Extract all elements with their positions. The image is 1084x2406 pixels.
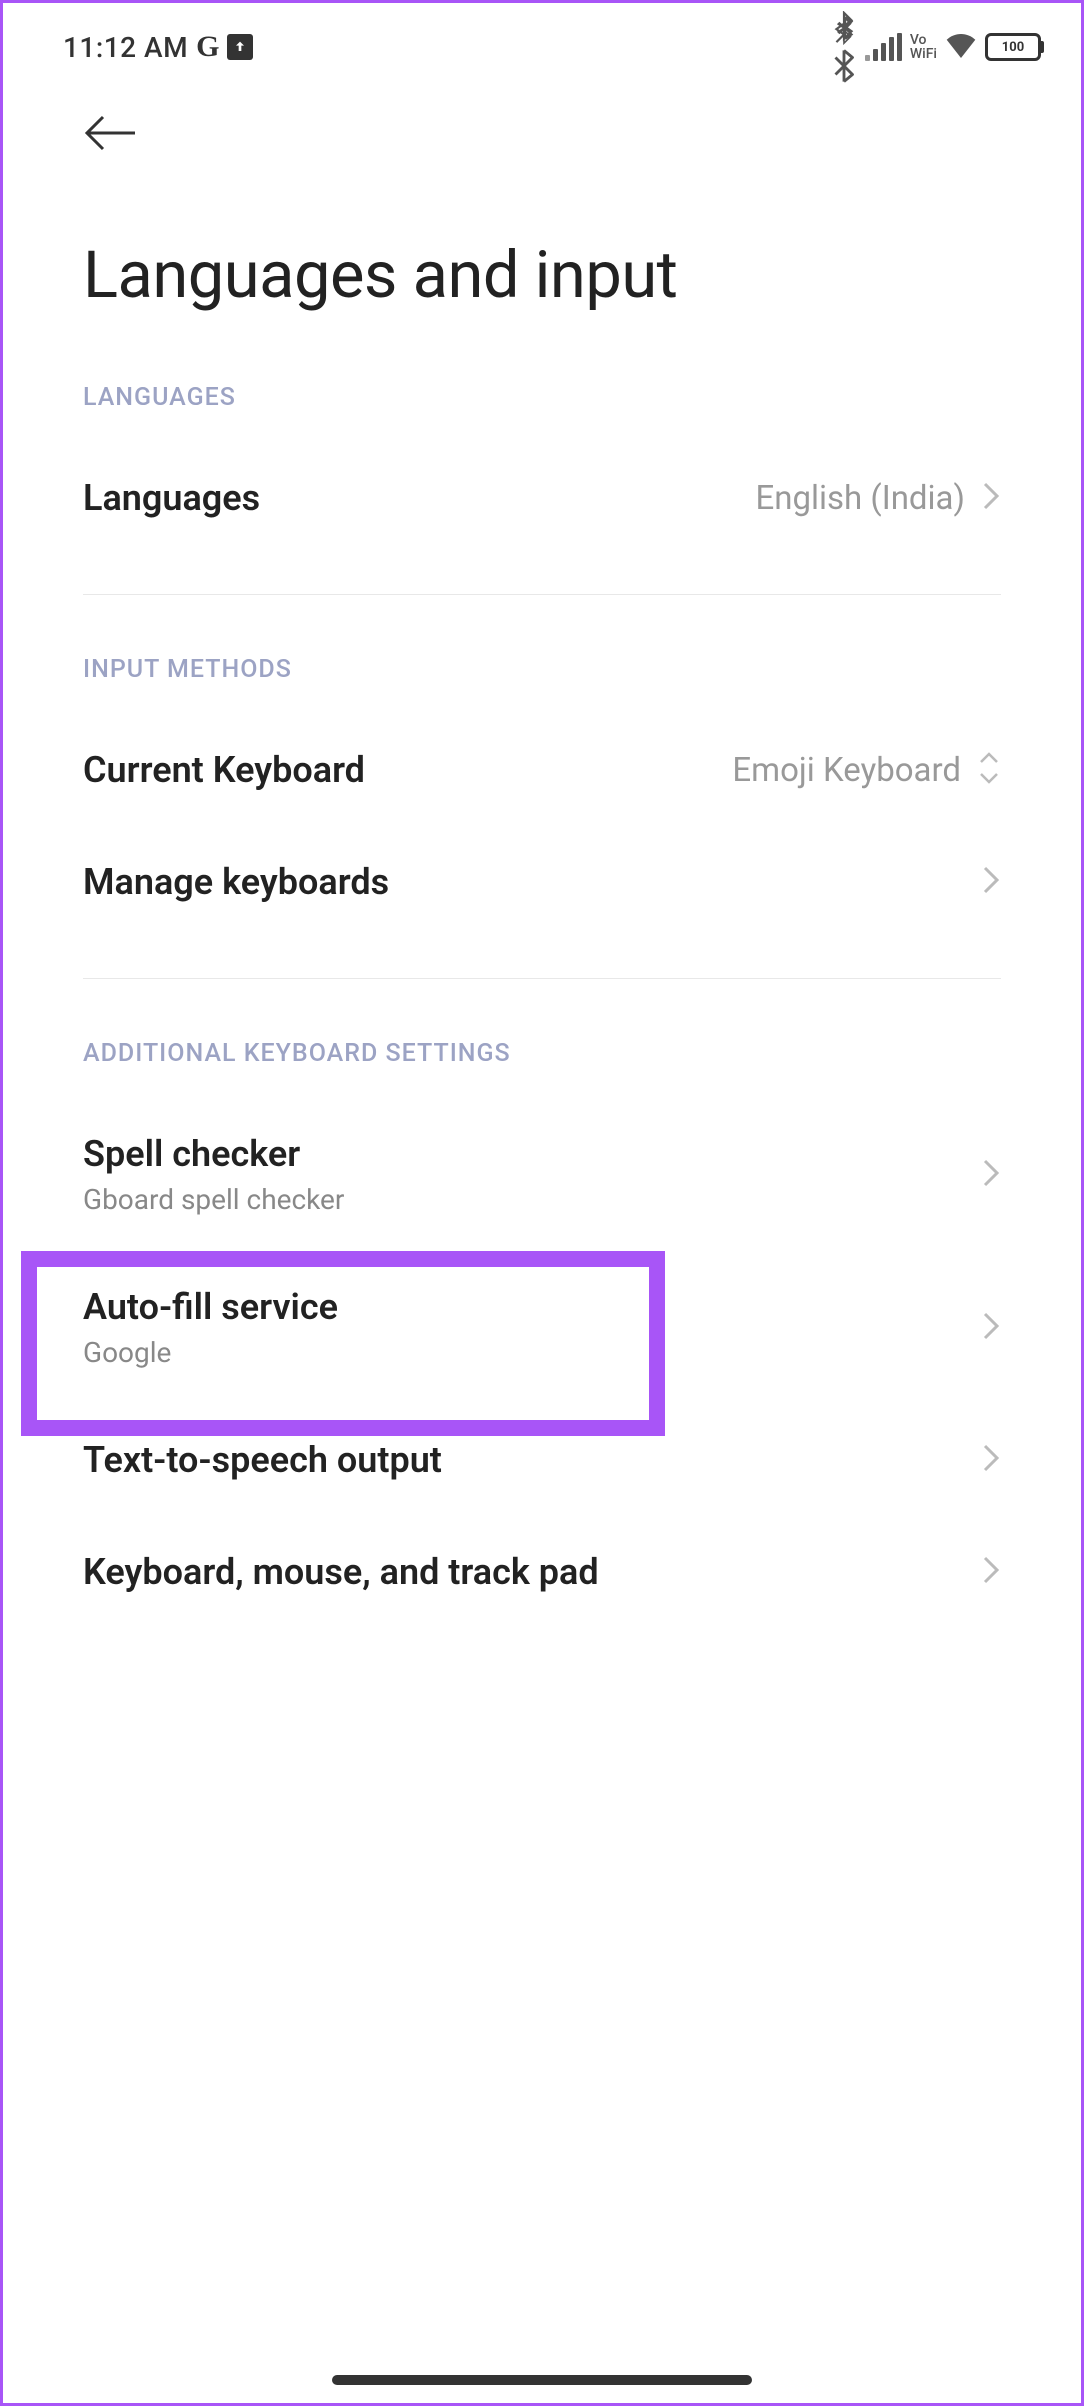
setting-label: Auto-fill service — [83, 1286, 338, 1328]
setting-keyboard-mouse-trackpad[interactable]: Keyboard, mouse, and track pad — [3, 1516, 1081, 1628]
setting-spell-checker[interactable]: Spell checker Gboard spell checker — [3, 1098, 1081, 1251]
setting-label: Current Keyboard — [83, 749, 365, 791]
chevron-right-icon — [981, 480, 1001, 516]
status-right: Vo WiFi 100 — [831, 11, 1041, 83]
google-icon: G — [196, 30, 219, 64]
setting-value: English (India) — [755, 479, 965, 518]
setting-languages[interactable]: Languages English (India) — [3, 442, 1081, 554]
wifi-icon — [945, 32, 977, 62]
status-bar: 11:12 AM G Vo WiFi 100 — [3, 3, 1081, 83]
setting-value: Emoji Keyboard — [732, 751, 961, 790]
setting-label: Spell checker — [83, 1133, 344, 1175]
setting-current-keyboard[interactable]: Current Keyboard Emoji Keyboard — [3, 714, 1081, 826]
setting-label: Languages — [83, 477, 260, 519]
signal-icon — [865, 33, 902, 61]
upload-icon — [227, 34, 253, 60]
battery-icon: 100 — [985, 33, 1041, 61]
setting-sublabel: Gboard spell checker — [83, 1183, 344, 1216]
setting-label: Keyboard, mouse, and track pad — [83, 1551, 599, 1593]
section-header-additional: ADDITIONAL KEYBOARD SETTINGS — [3, 979, 1081, 1098]
page-title: Languages and input — [3, 157, 1081, 363]
vowifi-icon: Vo WiFi — [910, 33, 937, 61]
chevron-right-icon — [981, 1310, 1001, 1346]
status-time: 11:12 AM — [63, 31, 188, 64]
setting-sublabel: Google — [83, 1336, 338, 1369]
section-header-languages: LANGUAGES — [3, 363, 1081, 442]
arrow-left-icon — [83, 113, 139, 153]
setting-manage-keyboards[interactable]: Manage keyboards — [3, 826, 1081, 938]
chevron-right-icon — [981, 1554, 1001, 1590]
setting-label: Text-to-speech output — [83, 1439, 442, 1481]
setting-label: Manage keyboards — [83, 861, 389, 903]
updown-icon — [977, 750, 1001, 790]
setting-text-to-speech[interactable]: Text-to-speech output — [3, 1404, 1081, 1516]
status-left: 11:12 AM G — [63, 30, 253, 64]
setting-autofill-service[interactable]: Auto-fill service Google — [3, 1251, 1081, 1404]
chevron-right-icon — [981, 1157, 1001, 1193]
chevron-right-icon — [981, 864, 1001, 900]
home-indicator[interactable] — [332, 2375, 752, 2385]
bluetooth-icon — [831, 11, 857, 83]
chevron-right-icon — [981, 1442, 1001, 1478]
section-header-input-methods: INPUT METHODS — [3, 595, 1081, 714]
back-button[interactable] — [3, 83, 1081, 157]
